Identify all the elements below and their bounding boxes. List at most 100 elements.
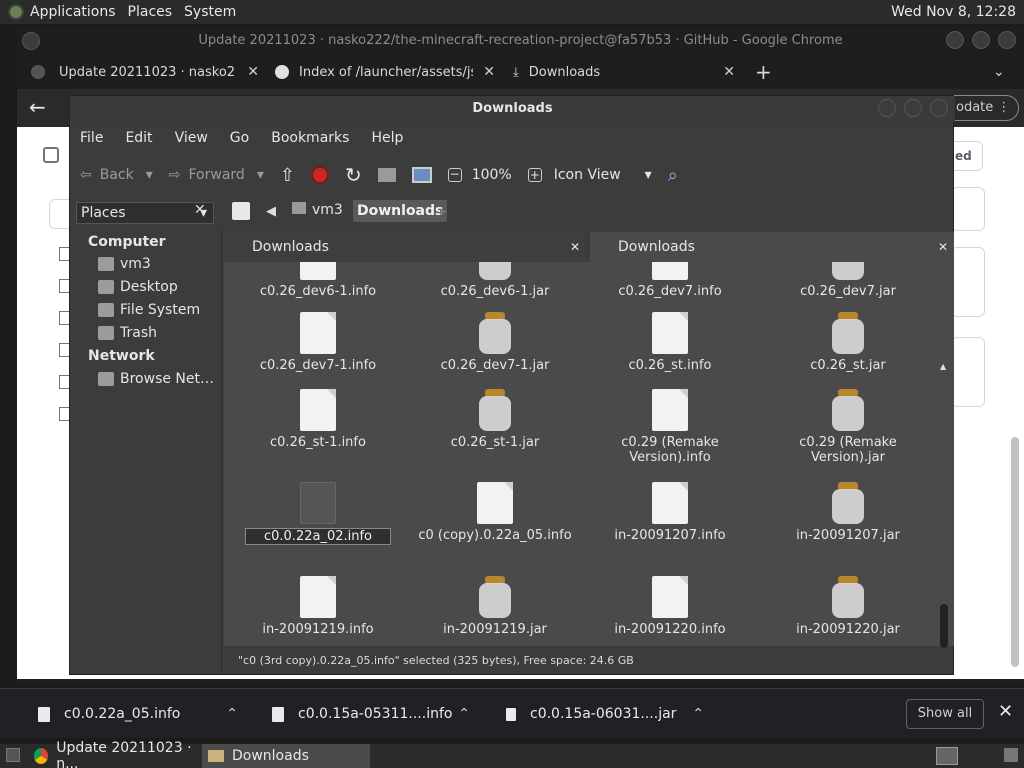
file-item[interactable]: c0.26_dev7-1.info: [238, 312, 398, 373]
back-arrow-icon[interactable]: ←: [29, 95, 46, 119]
file-item[interactable]: c0.26_dev6-1.info: [238, 262, 398, 299]
sidebar-toggle-icon[interactable]: [43, 147, 59, 163]
download-name: c0.0.15a-06031....jar: [530, 706, 677, 722]
download-item[interactable]: c0.0.15a-06031....jar ⌃: [506, 689, 704, 739]
new-tab-button[interactable]: +: [755, 57, 775, 87]
file-item[interactable]: in-20091207.jar: [768, 482, 928, 543]
file-item[interactable]: c0.26_dev7.info: [590, 262, 750, 299]
zoom-in-icon[interactable]: +: [527, 168, 542, 182]
back-button[interactable]: ⇦ Back ▾: [80, 167, 153, 183]
close-sidebar-icon[interactable]: ✕: [194, 202, 206, 218]
path-crumb-downloads[interactable]: Downloads: [353, 200, 448, 222]
tab-github[interactable]: Update 20211023 · nasko222/t ✕: [31, 57, 259, 87]
rename-field[interactable]: c0.0.22a_02.info: [238, 528, 398, 545]
window-title: Downloads: [70, 96, 955, 122]
system-menu[interactable]: System: [178, 0, 242, 24]
pane-tab-right[interactable]: Downloads ✕: [590, 232, 954, 262]
menu-go[interactable]: Go: [230, 130, 249, 146]
chevron-down-icon[interactable]: ▾: [257, 167, 264, 183]
menu-bookmarks[interactable]: Bookmarks: [271, 130, 349, 146]
file-item[interactable]: in-20091219.jar: [415, 576, 575, 637]
maximize-icon[interactable]: [904, 99, 922, 117]
chevron-up-icon[interactable]: ⌃: [226, 706, 238, 722]
menu-view[interactable]: View: [175, 130, 208, 146]
tab-search-chevron-icon[interactable]: ⌄: [993, 57, 1009, 87]
sidebar-item-vm3[interactable]: vm3: [98, 256, 151, 272]
file-name: in-20091220.info: [614, 622, 726, 637]
minimize-icon[interactable]: [946, 31, 964, 49]
file-item[interactable]: in-20091220.info: [590, 576, 750, 637]
up-arrow-icon[interactable]: ⇧: [280, 165, 295, 186]
download-item[interactable]: c0.0.15a-05311....info ⌃: [272, 689, 470, 739]
home-icon[interactable]: [377, 168, 396, 182]
chevron-up-icon[interactable]: ⌃: [458, 706, 470, 722]
menu-edit[interactable]: Edit: [125, 130, 152, 146]
computer-icon[interactable]: [411, 167, 432, 183]
file-item[interactable]: c0.26_st-1.jar: [415, 389, 575, 450]
file-item[interactable]: c0 (copy).0.22a_05.info: [415, 482, 575, 543]
path-crumb-vm3[interactable]: vm3: [292, 202, 343, 218]
search-icon[interactable]: ⌕: [668, 165, 678, 186]
scroll-thumb[interactable]: [940, 604, 948, 648]
edit-location-icon[interactable]: [232, 202, 250, 220]
trash-icon: [98, 326, 114, 340]
show-desktop-icon[interactable]: [6, 748, 20, 762]
stop-icon[interactable]: [310, 166, 329, 184]
path-right-arrow-icon[interactable]: ▸: [440, 204, 447, 219]
file-item[interactable]: c0.29 (Remake Version).info: [590, 389, 750, 465]
file-item[interactable]: c0.26_dev7.jar: [768, 262, 928, 299]
file-item[interactable]: in-20091207.info: [590, 482, 750, 543]
file-name: c0.29 (Remake Version).jar: [799, 435, 897, 465]
close-pane-icon[interactable]: ✕: [938, 232, 948, 262]
file-item[interactable]: in-20091219.info: [238, 576, 398, 637]
file-item[interactable]: c0.26_st.info: [590, 312, 750, 373]
close-tab-icon[interactable]: ✕: [723, 64, 735, 80]
close-shelf-icon[interactable]: ✕: [998, 701, 1013, 722]
power-icon[interactable]: [8, 4, 24, 20]
download-item[interactable]: c0.0.22a_05.info ⌃: [38, 689, 238, 739]
file-item[interactable]: c0.26_dev6-1.jar: [415, 262, 575, 299]
sidebar-item-trash[interactable]: Trash: [98, 325, 157, 341]
close-pane-icon[interactable]: ✕: [570, 232, 580, 262]
workspace-switcher[interactable]: [936, 747, 958, 765]
menu-help[interactable]: Help: [371, 130, 403, 146]
clock[interactable]: Wed Nov 8, 12:28: [891, 4, 1024, 20]
maximize-icon[interactable]: [972, 31, 990, 49]
path-left-arrow-icon[interactable]: ◀: [266, 204, 276, 219]
view-mode-select[interactable]: Icon View ▾: [554, 167, 652, 183]
sidebar-item-browse-network[interactable]: Browse Net…: [98, 371, 214, 387]
close-tab-icon[interactable]: ✕: [483, 64, 495, 80]
tab-downloads[interactable]: ⤓ Downloads ✕: [513, 57, 735, 87]
sidebar-item-desktop[interactable]: Desktop: [98, 279, 178, 295]
scroll-up-icon[interactable]: ▲: [940, 362, 946, 371]
file-item[interactable]: c0.29 (Remake Version).jar: [768, 389, 928, 465]
file-item[interactable]: c0.0.22a_02.info: [238, 482, 398, 545]
chevron-down-icon[interactable]: ▾: [146, 167, 153, 183]
rename-input[interactable]: c0.0.22a_02.info: [244, 528, 392, 545]
chevron-up-icon[interactable]: ⌃: [692, 706, 704, 722]
close-icon[interactable]: [998, 31, 1016, 49]
minimize-icon[interactable]: [878, 99, 896, 117]
trash-applet-icon[interactable]: [1004, 748, 1018, 762]
close-tab-icon[interactable]: ✕: [247, 64, 259, 80]
zoom-out-icon[interactable]: −: [447, 168, 462, 182]
file-item[interactable]: c0.26_st.jar: [768, 312, 928, 373]
file-scrollbar[interactable]: ▲: [940, 362, 950, 746]
places-menu[interactable]: Places: [122, 0, 179, 24]
file-item[interactable]: c0.26_dev7-1.jar: [415, 312, 575, 373]
menu-file[interactable]: File: [80, 130, 103, 146]
applications-menu[interactable]: Applications: [24, 0, 122, 24]
reload-icon[interactable]: ↻: [345, 163, 362, 187]
file-item[interactable]: in-20091220.jar: [768, 576, 928, 637]
sidebar-item-filesystem[interactable]: File System: [98, 302, 200, 318]
taskbar-downloads[interactable]: Downloads: [202, 744, 370, 768]
forward-button[interactable]: ⇨ Forward ▾: [169, 167, 264, 183]
close-icon[interactable]: [930, 99, 948, 117]
pane-tab-left[interactable]: Downloads ✕: [224, 232, 586, 262]
update-label: odate: [956, 100, 994, 115]
file-item[interactable]: c0.26_st-1.info: [238, 389, 398, 450]
tab-index[interactable]: Index of /launcher/assets/json ✕: [275, 57, 495, 87]
page-scrollbar[interactable]: [1011, 437, 1019, 667]
taskbar-chrome[interactable]: Update 20211023 · n...: [34, 740, 200, 768]
location-bar: Places ▾ ✕ ◀ vm3 Downloads ▸: [70, 196, 955, 230]
